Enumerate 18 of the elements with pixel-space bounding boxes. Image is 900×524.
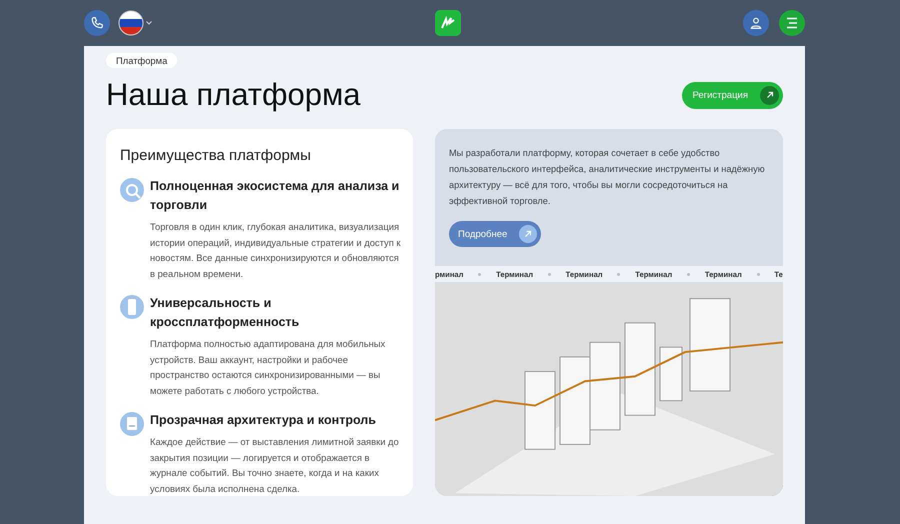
feature-description: Каждое действие — от выставления лимитной заявки до закрытия позиции — логируется и отображается в журнале событий. Вы точно знаете, когда и на каких условиях была исполнена сделка.: [150, 435, 400, 496]
feature-title: Прозрачная архитектура и контроль: [150, 412, 377, 429]
feature-description: Торговля в один клик, глубокая аналитика, визуализация истории операций, индивидуальные стратегии и доступ к новостям. Все данные синхронизируются и обновляются в реальном времени.: [150, 220, 401, 281]
promo-text: Мы разработали платформу, которая сочетает в себе удобство пользовательского интерфейса, аналитические инструменты и надёжную архитектуру — всё для того, чтобы вы могли сосредоточиться на эффективной торговле.: [449, 147, 766, 208]
document-icon: [120, 412, 144, 436]
feature-title: Полноценная экосистема для анализа и торговли: [150, 178, 400, 214]
feature-description: Платформа полностью адаптирована для мобильных устройств. Ваш аккаунт, настройки и рабочее пространство остаются синхронизированными — вы можете работать с любого устройства.: [150, 337, 386, 398]
user-icon[interactable]: [743, 10, 769, 36]
card-heading: Преимущества платформы: [120, 147, 312, 164]
russian-flag-icon[interactable]: [118, 10, 144, 36]
feature-title: Универсальность и кроссплатформенность: [150, 295, 300, 331]
page-title: Наша платформа: [106, 76, 361, 114]
more-button[interactable]: Подробнее: [449, 221, 542, 247]
caret-icon[interactable]: [146, 21, 152, 25]
breadcrumb[interactable]: Платформа: [106, 53, 178, 68]
register-button[interactable]: Регистрация: [682, 82, 783, 108]
menu-icon[interactable]: [779, 10, 805, 36]
logo-icon[interactable]: [434, 10, 460, 36]
